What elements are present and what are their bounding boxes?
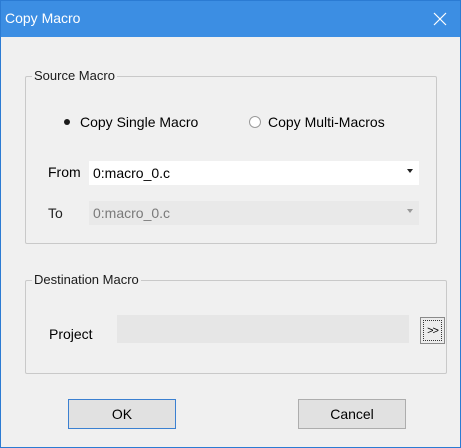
from-label: From: [48, 164, 81, 180]
close-icon: [433, 12, 447, 26]
from-select[interactable]: 0:macro_0.c: [89, 161, 419, 185]
chevron-down-icon: [407, 209, 413, 213]
title-bar: Copy Macro: [1, 1, 460, 37]
copy-multi-macros-radio[interactable]: Copy Multi-Macros: [249, 114, 385, 130]
to-select-value: 0:macro_0.c: [93, 205, 171, 221]
source-macro-legend: Source Macro: [34, 68, 115, 83]
destination-macro-legend: Destination Macro: [34, 272, 139, 287]
browse-label: >>: [427, 324, 439, 337]
dialog-title: Copy Macro: [5, 10, 81, 26]
ok-button[interactable]: OK: [68, 399, 176, 429]
to-select: 0:macro_0.c: [89, 201, 419, 225]
project-field: [117, 315, 409, 343]
radio-unchecked-icon: [249, 116, 261, 128]
browse-project-button[interactable]: >>: [420, 317, 445, 344]
cancel-button[interactable]: Cancel: [298, 399, 406, 429]
close-button[interactable]: [420, 1, 460, 37]
radio-checked-icon: [61, 116, 73, 128]
copy-macro-dialog: Copy Macro Source Macro Copy Single Macr…: [0, 0, 461, 448]
project-label: Project: [49, 326, 93, 342]
copy-multi-macros-label: Copy Multi-Macros: [268, 114, 385, 130]
copy-single-macro-label: Copy Single Macro: [80, 114, 199, 130]
from-select-value: 0:macro_0.c: [93, 165, 171, 181]
chevron-down-icon: [407, 169, 413, 173]
copy-single-macro-radio[interactable]: Copy Single Macro: [61, 114, 198, 130]
to-label: To: [48, 205, 63, 221]
